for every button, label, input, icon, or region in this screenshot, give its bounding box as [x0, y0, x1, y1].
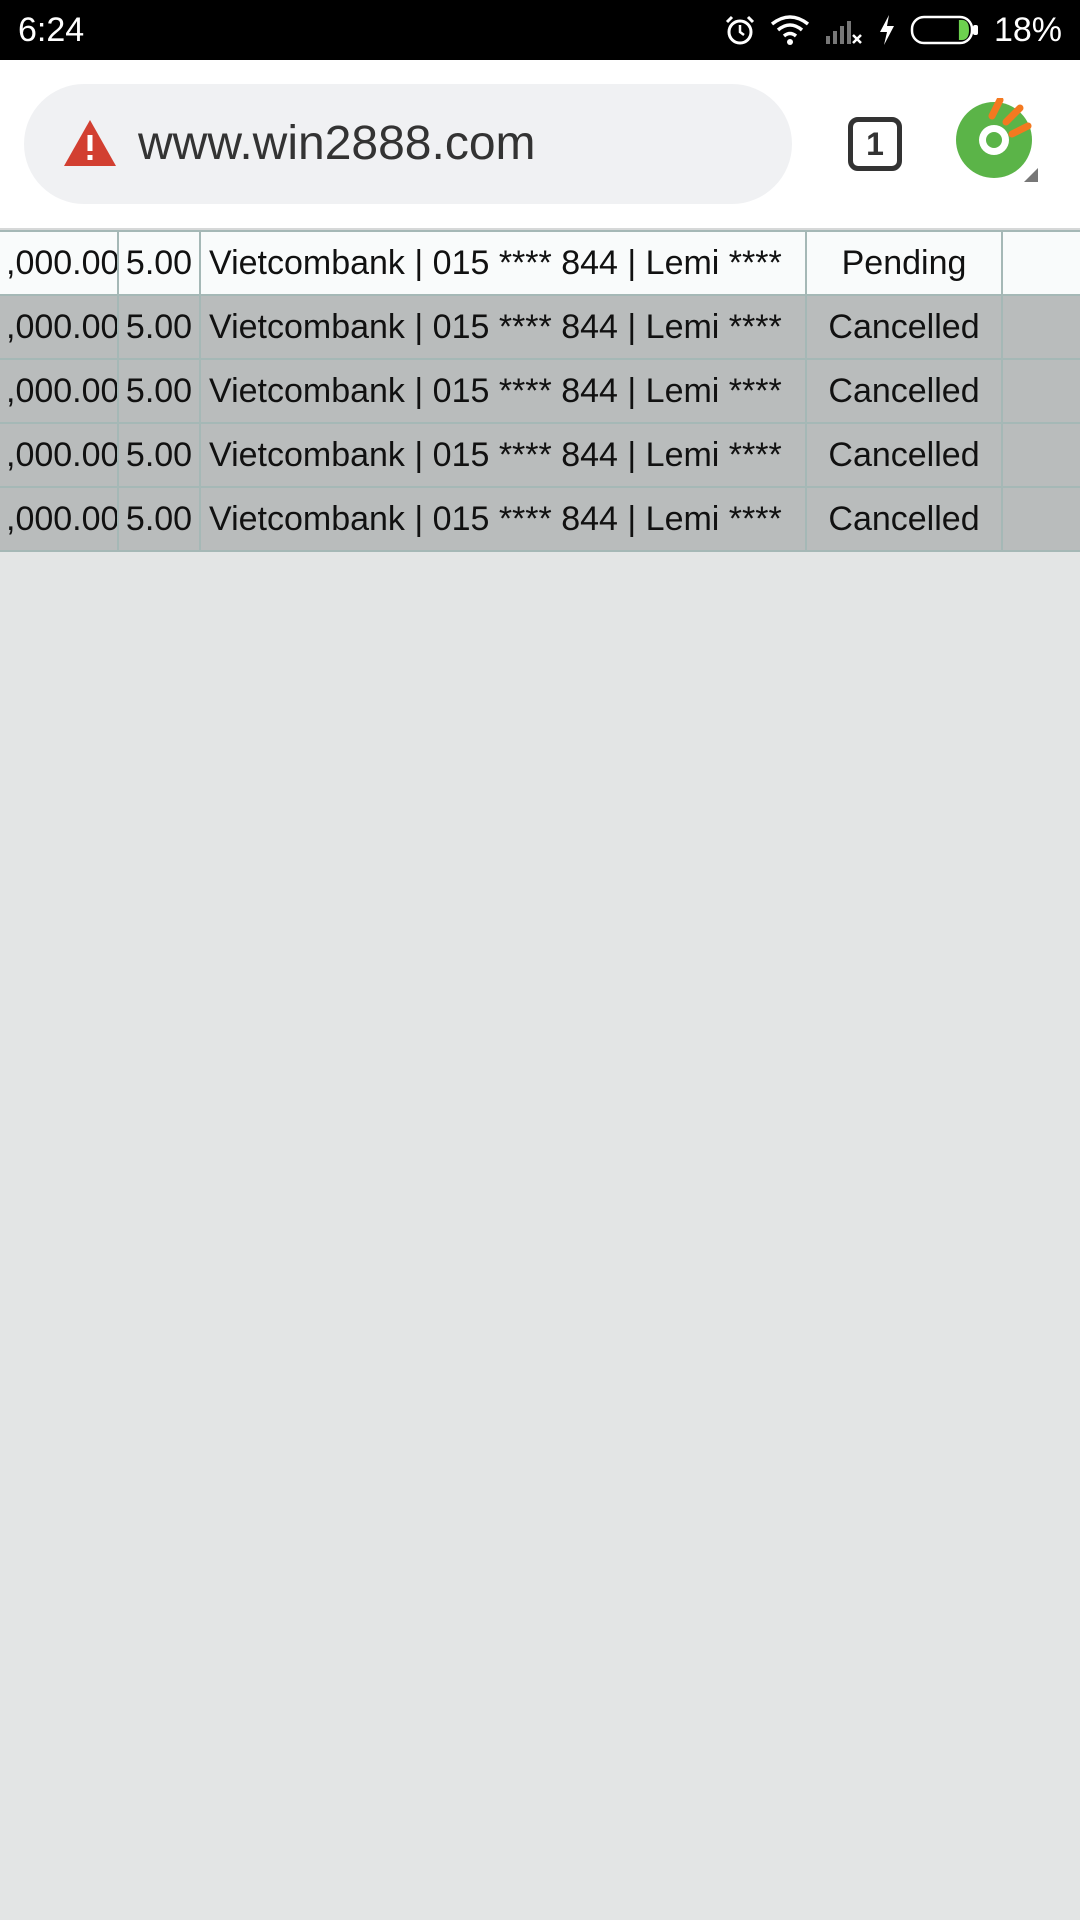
signal-no-service-icon [824, 14, 864, 46]
status-cell: Cancelled [805, 358, 1003, 424]
amount-cell: ,000.00 [0, 422, 119, 488]
table-row[interactable]: ,000.00 5.00 Vietcombank | 015 **** 844 … [0, 294, 1080, 360]
action-cell [1001, 422, 1080, 488]
action-cell [1001, 358, 1080, 424]
transactions-table: ,000.00 5.00 Vietcombank | 015 **** 844 … [0, 230, 1080, 552]
tab-switcher-button[interactable]: 1 [848, 117, 902, 171]
table-row[interactable]: ,000.00 5.00 Vietcombank | 015 **** 844 … [0, 358, 1080, 424]
amount-cell: ,000.00 [0, 294, 119, 360]
table-row[interactable]: ,000.00 5.00 Vietcombank | 015 **** 844 … [0, 230, 1080, 296]
action-cell [1001, 486, 1080, 552]
status-bar: 6:24 18% [0, 0, 1080, 60]
fee-cell: 5.00 [117, 230, 201, 296]
status-time: 6:24 [18, 11, 85, 49]
status-icons: 18% [724, 10, 1062, 50]
fee-cell: 5.00 [117, 422, 201, 488]
bank-account-cell: Vietcombank | 015 **** 844 | Lemi **** [199, 358, 807, 424]
battery-icon [910, 14, 980, 46]
amount-cell: ,000.00 [0, 230, 119, 296]
status-cell: Cancelled [805, 486, 1003, 552]
action-cell [1001, 294, 1080, 360]
status-cell: Pending [805, 230, 1003, 296]
amount-cell: ,000.00 [0, 486, 119, 552]
url-text[interactable]: www.win2888.com [138, 116, 536, 172]
browser-toolbar: www.win2888.com 1 [0, 60, 1080, 230]
wifi-icon [770, 14, 810, 46]
fee-cell: 5.00 [117, 294, 201, 360]
table-row[interactable]: ,000.00 5.00 Vietcombank | 015 **** 844 … [0, 486, 1080, 552]
coc-coc-browser-logo-icon[interactable] [954, 96, 1038, 187]
warning-triangle-icon[interactable] [62, 118, 118, 173]
bank-account-cell: Vietcombank | 015 **** 844 | Lemi **** [199, 230, 807, 296]
battery-percent: 18% [993, 11, 1062, 49]
bank-account-cell: Vietcombank | 015 **** 844 | Lemi **** [199, 422, 807, 488]
fee-cell: 5.00 [117, 486, 201, 552]
action-cell [1001, 230, 1080, 296]
status-cell: Cancelled [805, 294, 1003, 360]
bank-account-cell: Vietcombank | 015 **** 844 | Lemi **** [199, 486, 807, 552]
bank-account-cell: Vietcombank | 015 **** 844 | Lemi **** [199, 294, 807, 360]
status-cell: Cancelled [805, 422, 1003, 488]
alarm-icon [724, 14, 756, 46]
amount-cell: ,000.00 [0, 358, 119, 424]
address-bar[interactable]: www.win2888.com [24, 84, 792, 204]
charging-icon [878, 14, 896, 46]
fee-cell: 5.00 [117, 358, 201, 424]
table-row[interactable]: ,000.00 5.00 Vietcombank | 015 **** 844 … [0, 422, 1080, 488]
